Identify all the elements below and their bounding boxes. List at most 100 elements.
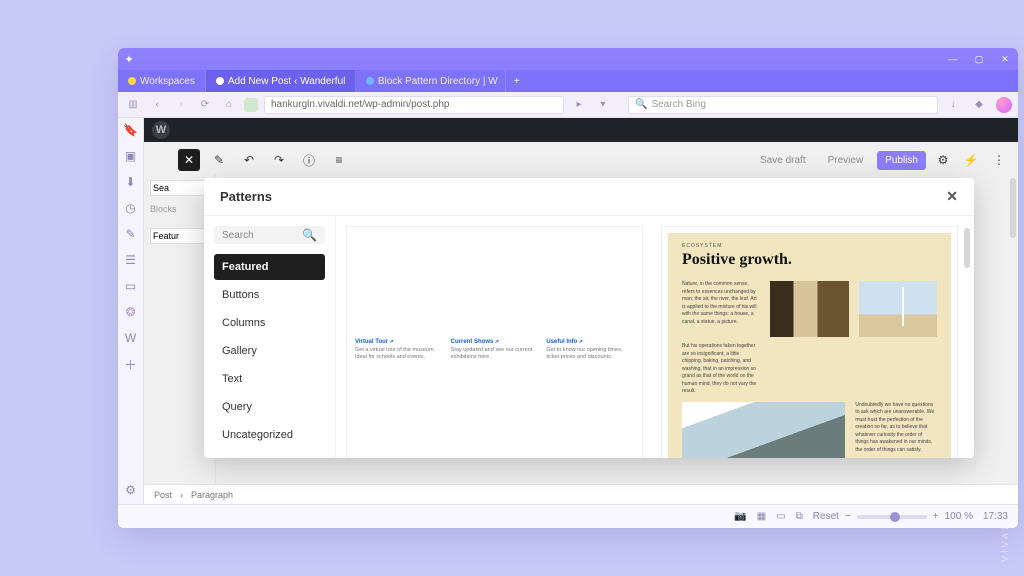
status-tile-icon[interactable]: ▦ bbox=[757, 511, 766, 522]
zoom-slider-knob[interactable] bbox=[890, 512, 900, 522]
mastodon-icon[interactable]: ❂ bbox=[123, 304, 139, 320]
pattern-search-input[interactable]: Search 🔍 bbox=[214, 226, 325, 244]
status-clock: 17:33 bbox=[983, 511, 1008, 522]
side-panel: 🔖 ▣ ⬇ ◷ ✎ ☰ ▭ ❂ W ＋ ⚙ bbox=[118, 118, 144, 504]
category-uncategorized[interactable]: Uncategorized bbox=[214, 422, 325, 448]
search-placeholder-text: Search bbox=[222, 230, 254, 241]
undo-button[interactable]: ↶ bbox=[238, 149, 260, 171]
add-panel-icon[interactable]: ＋ bbox=[123, 356, 139, 372]
browser-tabs: Workspaces Add New Post ‹ Wanderful Bloc… bbox=[118, 70, 1018, 92]
tab-workspaces[interactable]: Workspaces bbox=[118, 70, 206, 92]
zoom-slider[interactable] bbox=[857, 515, 927, 519]
history-panel-icon[interactable]: ◷ bbox=[123, 200, 139, 216]
downloads-panel-icon[interactable]: ⬇ bbox=[123, 174, 139, 190]
extensions-icon[interactable]: ◆ bbox=[970, 99, 988, 110]
maximize-button[interactable]: ▢ bbox=[966, 48, 992, 70]
notes-panel-icon[interactable]: ✎ bbox=[123, 226, 139, 242]
inserter-toggle[interactable]: ✎ bbox=[208, 149, 230, 171]
publish-button[interactable]: Publish bbox=[877, 151, 926, 170]
category-gallery[interactable]: Gallery bbox=[214, 338, 325, 364]
block-search-input[interactable] bbox=[150, 180, 209, 196]
settings-toggle-icon[interactable]: ⚙ bbox=[932, 149, 954, 171]
zoom-out-button[interactable]: − bbox=[845, 511, 851, 522]
category-featured[interactable]: Featured bbox=[214, 254, 325, 280]
preview-button[interactable]: Preview bbox=[820, 151, 872, 170]
tab-label: Block Pattern Directory | W bbox=[378, 76, 498, 87]
reading-list-icon[interactable]: ▣ bbox=[123, 148, 139, 164]
preview-image-forest bbox=[770, 281, 848, 337]
spacer bbox=[770, 343, 848, 396]
address-bar: ▥ ‹ › ⟳ ⌂ hankurgln.vivaldi.net/wp-admin… bbox=[118, 92, 1018, 118]
grid-scrollbar[interactable] bbox=[964, 228, 970, 446]
preview-image-windmill bbox=[859, 281, 937, 337]
scroll-thumb[interactable] bbox=[964, 228, 970, 268]
editor-toolbar: ✕ ✎ ↶ ↷ ⓘ ≡ Save draft Preview Publish ⚙… bbox=[178, 146, 1010, 174]
minimize-button[interactable]: — bbox=[940, 48, 966, 70]
tab-pattern-directory[interactable]: Block Pattern Directory | W bbox=[356, 70, 506, 92]
tab-label: Workspaces bbox=[140, 76, 195, 87]
featured-chip[interactable] bbox=[150, 228, 209, 244]
wikipedia-icon[interactable]: W bbox=[123, 330, 139, 346]
category-query[interactable]: Query bbox=[214, 394, 325, 420]
patterns-grid: Virtual TourGet a virtual tour of the mu… bbox=[336, 216, 974, 458]
pattern-categories: Search 🔍 Featured Buttons Columns Galler… bbox=[204, 216, 336, 458]
window-panel-icon[interactable]: ▭ bbox=[123, 278, 139, 294]
tab-add-post[interactable]: Add New Post ‹ Wanderful bbox=[206, 70, 356, 92]
pattern-card-three-columns-text[interactable]: Virtual TourGet a virtual tour of the mu… bbox=[346, 226, 643, 458]
profile-avatar[interactable] bbox=[996, 97, 1012, 113]
zoom-value: 100 % bbox=[945, 511, 973, 522]
settings-icon[interactable]: ⚙ bbox=[123, 482, 139, 498]
modal-header: Patterns ✕ bbox=[204, 178, 974, 216]
category-text[interactable]: Text bbox=[214, 366, 325, 392]
tab-label: Add New Post ‹ Wanderful bbox=[228, 76, 345, 87]
wp-logo-icon[interactable]: W bbox=[152, 121, 170, 139]
downloads-icon[interactable]: ↓ bbox=[944, 99, 962, 110]
bookmarks-panel-icon[interactable]: 🔖 bbox=[123, 122, 139, 138]
status-bar: 📷 ▦ ▭ ⧉ Reset − + 100 % 17:33 bbox=[118, 504, 1018, 528]
home-button[interactable]: ⌂ bbox=[220, 99, 238, 110]
back-button[interactable]: ‹ bbox=[148, 99, 166, 110]
status-images-icon[interactable]: ▭ bbox=[776, 511, 785, 522]
reader-icon[interactable]: ▸ bbox=[570, 99, 588, 110]
close-window-button[interactable]: ✕ bbox=[992, 48, 1018, 70]
browser-window: ✦ — ▢ ✕ Workspaces Add New Post ‹ Wander… bbox=[118, 48, 1018, 528]
status-pip-icon[interactable]: ⧉ bbox=[796, 511, 803, 522]
pattern-card-three-columns-images[interactable]: ECOSYSTEM Positive growth. Nature, in th… bbox=[661, 226, 958, 458]
modal-close-button[interactable]: ✕ bbox=[946, 188, 958, 205]
close-editor-button[interactable]: ✕ bbox=[178, 149, 200, 171]
redo-button[interactable]: ↷ bbox=[268, 149, 290, 171]
eyebrow-text: ECOSYSTEM bbox=[682, 243, 937, 249]
search-engine-input[interactable]: 🔍 Search Bing bbox=[628, 96, 938, 114]
crumb-post[interactable]: Post bbox=[154, 490, 172, 500]
editor-scrollbar[interactable] bbox=[1010, 178, 1016, 454]
lock-icon[interactable] bbox=[244, 98, 258, 112]
sidebar-toggle-icon[interactable]: ▥ bbox=[124, 99, 142, 110]
outline-button[interactable]: ≡ bbox=[328, 149, 350, 171]
wp-admin-bar: W bbox=[144, 118, 1018, 142]
search-placeholder: Search Bing bbox=[651, 99, 705, 110]
scroll-thumb[interactable] bbox=[1010, 178, 1016, 238]
col1-text: Get a virtual tour of the museum. Ideal … bbox=[355, 347, 443, 361]
crumb-paragraph[interactable]: Paragraph bbox=[191, 490, 233, 500]
forward-button[interactable]: › bbox=[172, 99, 190, 110]
preview-para1: Nature, in the common sense, refers to e… bbox=[682, 281, 760, 337]
more-menu-icon[interactable]: ⋮ bbox=[988, 149, 1010, 171]
new-tab-button[interactable]: + bbox=[506, 70, 528, 92]
modal-title: Patterns bbox=[220, 189, 272, 204]
workspaces-icon bbox=[128, 77, 136, 85]
bookmark-icon[interactable]: ▾ bbox=[594, 99, 612, 110]
jetpack-icon[interactable]: ⚡ bbox=[960, 149, 982, 171]
col3-text: Get to know our opening times, ticket pr… bbox=[546, 347, 634, 361]
reload-button[interactable]: ⟳ bbox=[196, 99, 214, 110]
info-button[interactable]: ⓘ bbox=[298, 149, 320, 171]
crumb-sep: › bbox=[180, 490, 183, 500]
url-input[interactable]: hankurgln.vivaldi.net/wp-admin/post.php bbox=[264, 96, 564, 114]
category-columns[interactable]: Columns bbox=[214, 310, 325, 336]
zoom-reset-button[interactable]: Reset bbox=[813, 511, 839, 522]
zoom-in-button[interactable]: + bbox=[933, 511, 939, 522]
category-buttons[interactable]: Buttons bbox=[214, 282, 325, 308]
translate-panel-icon[interactable]: ☰ bbox=[123, 252, 139, 268]
preview-para3: Undoubtedly we have no questions to ask … bbox=[855, 402, 937, 455]
save-draft-button[interactable]: Save draft bbox=[752, 151, 814, 170]
status-camera-icon[interactable]: 📷 bbox=[734, 511, 746, 522]
